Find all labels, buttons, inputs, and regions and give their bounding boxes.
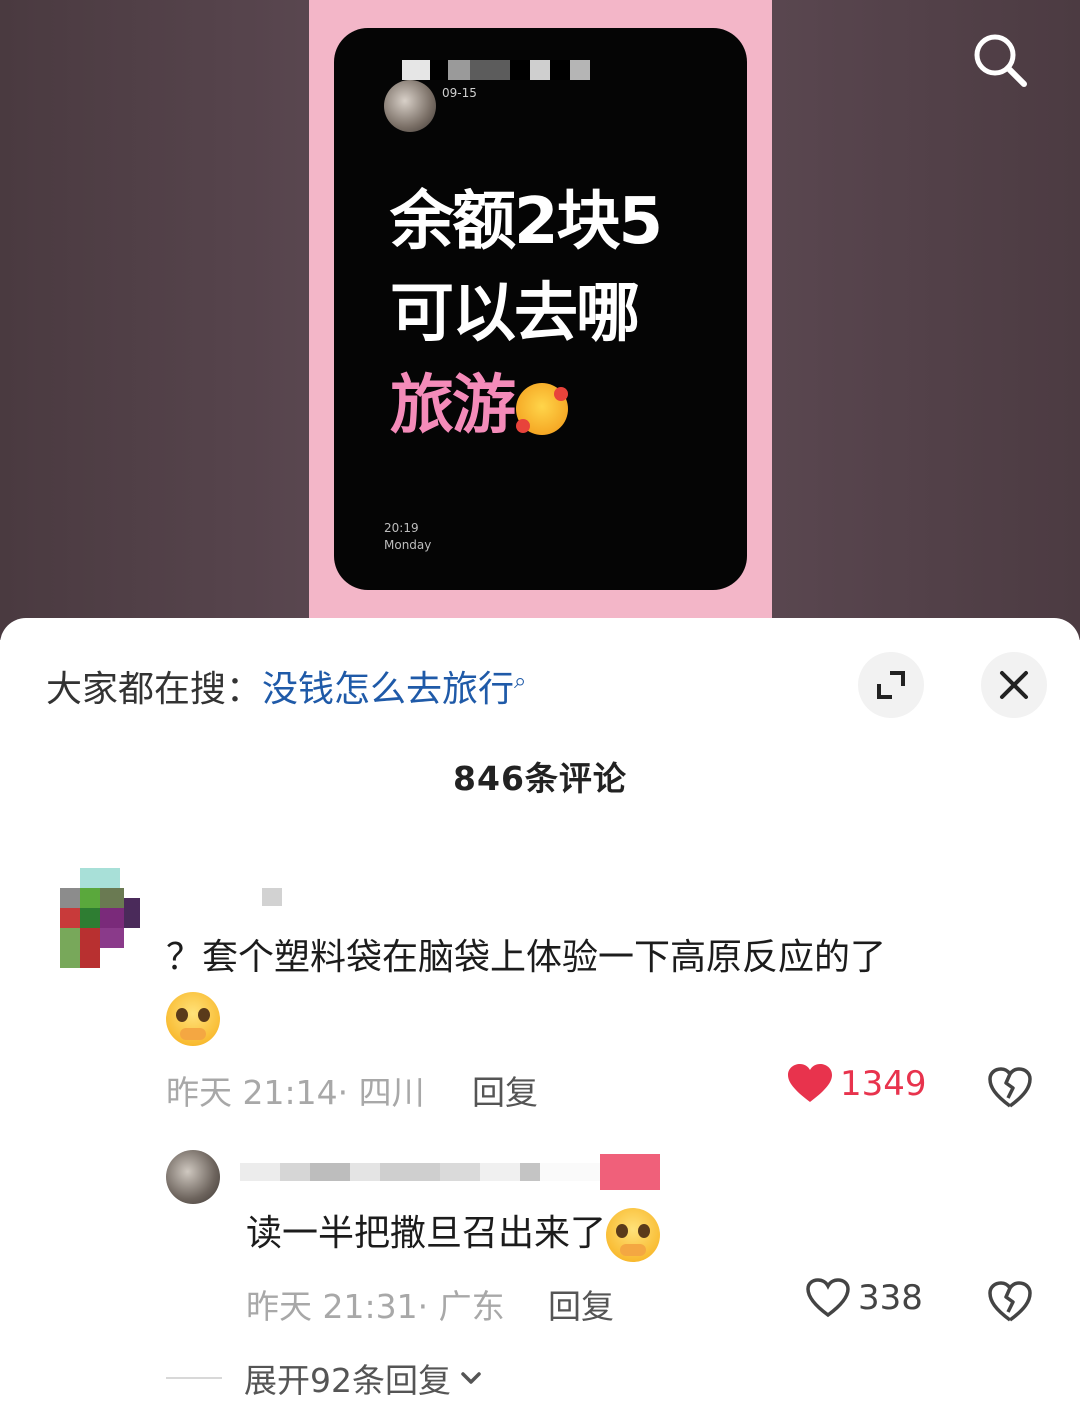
expand-replies-button[interactable]: 展开92条回复 — [166, 1354, 485, 1402]
post-timestamp: 20:19 Monday — [384, 520, 431, 554]
reply-to-reply-button[interactable]: 回复 — [548, 1280, 614, 1328]
heart-outline-icon — [806, 1278, 850, 1318]
commenter-avatar[interactable] — [60, 868, 144, 968]
close-button[interactable] — [981, 652, 1047, 718]
post-caption: 余额2块5 可以去哪 旅游 — [390, 176, 663, 452]
reply-like-button[interactable]: 338 — [806, 1278, 923, 1318]
smiling-hearts-emoji-icon — [516, 383, 568, 436]
comment-text-content: ？套个塑料袋在脑袋上体验一下高原反应的了 — [166, 937, 887, 978]
comment-text: ？套个塑料袋在脑袋上体验一下高原反应的了 — [166, 928, 996, 1048]
replier-avatar[interactable] — [166, 1150, 220, 1204]
post-caption-line1: 余额2块5 — [390, 185, 663, 259]
divider-line — [166, 1377, 222, 1379]
search-icon — [974, 34, 1027, 87]
video-area[interactable]: 09-15 余额2块5 可以去哪 旅游 20:19 Monday — [0, 0, 1080, 640]
search-button[interactable] — [968, 28, 1032, 92]
crying-emoji-icon — [166, 992, 220, 1046]
trending-search[interactable]: 大家都在搜：没钱怎么去旅行⌕ — [46, 660, 526, 712]
comment-sheet: 大家都在搜：没钱怎么去旅行⌕ 846条评论 ？套个塑料袋在脑袋上体验一下高原反应… — [0, 618, 1080, 1404]
trending-search-keyword[interactable]: 没钱怎么去旅行 — [262, 669, 514, 710]
reply-location: · 广东 — [417, 1287, 505, 1326]
like-count: 1349 — [840, 1064, 927, 1104]
reply-time: 昨天 21:31 — [246, 1287, 418, 1326]
trending-search-prefix: 大家都在搜： — [46, 669, 263, 710]
reply-text-content: 读一半把撒旦召出来了 — [246, 1213, 607, 1254]
comment-time: 昨天 21:14 — [166, 1073, 338, 1112]
post-weekday: Monday — [384, 538, 432, 552]
reply-text: 读一半把撒旦召出来了 — [246, 1208, 661, 1262]
post-date: 09-15 — [442, 86, 477, 100]
commenter-name-mosaic — [262, 888, 282, 906]
small-search-icon: ⌕ — [514, 669, 527, 694]
reply-like-count: 338 — [858, 1278, 923, 1318]
broken-heart-icon — [988, 1067, 1032, 1108]
reply-meta: 昨天 21:31· 广东 — [246, 1280, 505, 1328]
post-caption-line3-wrap: 旅游 — [390, 360, 661, 452]
comment-meta: 昨天 21:14· 四川 — [166, 1066, 425, 1114]
heart-filled-icon — [788, 1064, 832, 1102]
expand-button[interactable] — [858, 652, 924, 718]
chevron-down-icon — [461, 1372, 481, 1384]
post-caption-line2: 可以去哪 — [390, 277, 640, 351]
reply-button[interactable]: 回复 — [472, 1066, 538, 1114]
post-caption-line3: 旅游 — [390, 369, 516, 443]
post-card: 09-15 余额2块5 可以去哪 旅游 20:19 Monday — [334, 28, 747, 590]
expand-replies-label: 展开92条回复 — [244, 1361, 451, 1400]
comment-count-title: 846条评论 — [453, 759, 627, 798]
replier-name-mosaic — [240, 1154, 660, 1190]
close-icon — [1000, 671, 1028, 699]
post-time: 20:19 — [384, 521, 419, 535]
post-avatar — [384, 80, 436, 132]
like-button[interactable]: 1349 — [788, 1064, 927, 1104]
dislike-button[interactable] — [988, 1066, 1032, 1110]
comment-location: · 四川 — [337, 1073, 425, 1112]
crying-emoji-icon — [606, 1208, 661, 1262]
reply-dislike-button[interactable] — [988, 1280, 1032, 1324]
expand-icon — [877, 671, 905, 699]
post-author-mosaic — [402, 60, 590, 80]
broken-heart-icon — [988, 1281, 1032, 1322]
